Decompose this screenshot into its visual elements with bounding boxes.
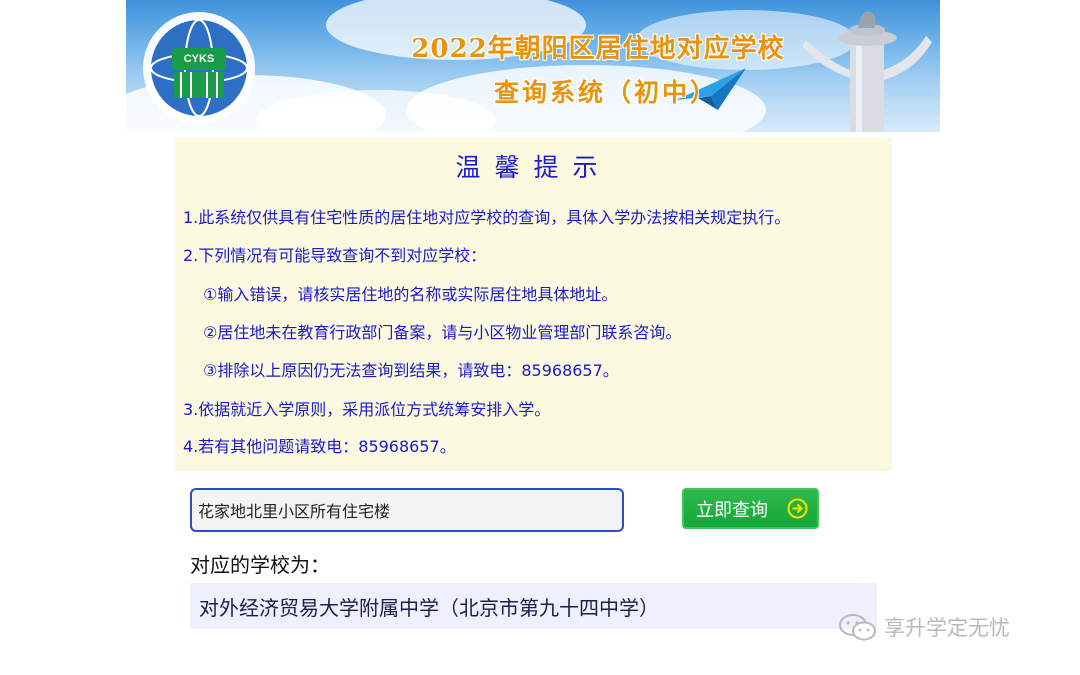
search-button-label: 立即查询: [696, 499, 768, 521]
result-label: 对应的学校为：: [190, 553, 330, 577]
watermark-text: 享升学定无忧: [884, 616, 1010, 640]
header-banner: CYKS 2022年朝阳区居住地对应学校 查询系统（初中）: [126, 0, 940, 132]
logo-text: CYKS: [183, 53, 215, 65]
watermark: 享升学定无忧: [838, 612, 1010, 642]
notice-line: ②居住地未在教育行政部门备案，请与小区物业管理部门联系咨询。: [203, 323, 682, 342]
banner-title: 2022年朝阳区居住地对应学校: [411, 34, 785, 64]
result-school-name: 对外经济贸易大学附属中学（北京市第九十四中学）: [199, 595, 659, 620]
arrow-right-circle-icon: [787, 498, 808, 519]
banner-background: [126, 0, 932, 132]
banner-subtitle: 查询系统（初中）: [493, 78, 718, 107]
search-button[interactable]: 立即查询: [682, 488, 819, 529]
notice-line: ①输入错误，请核实居住地的名称或实际居住地具体地址。: [203, 285, 618, 304]
result-value-box: 对外经济贸易大学附属中学（北京市第九十四中学）: [190, 583, 877, 629]
wechat-icon: [839, 614, 876, 641]
notice-line: ③排除以上原因仍无法查询到结果，请致电：85968657。: [203, 361, 619, 380]
logo-emblem: [143, 12, 255, 124]
notice-panel: 温馨提示 1.此系统仅供具有住宅性质的居住地对应学校的查询，具体入学办法按相关规…: [175, 138, 892, 471]
notice-line: 2.下列情况有可能导致查询不到对应学校：: [183, 246, 487, 265]
address-search-input[interactable]: [190, 488, 624, 532]
notice-line: 1.此系统仅供具有住宅性质的居住地对应学校的查询，具体入学办法按相关规定执行。: [183, 208, 791, 227]
notice-line: 4.若有其他问题请致电：85968657。: [183, 437, 456, 456]
notice-title: 温馨提示: [455, 153, 612, 182]
notice-line: 3.依据就近入学原则，采用派位方式统筹安排入学。: [183, 400, 551, 419]
